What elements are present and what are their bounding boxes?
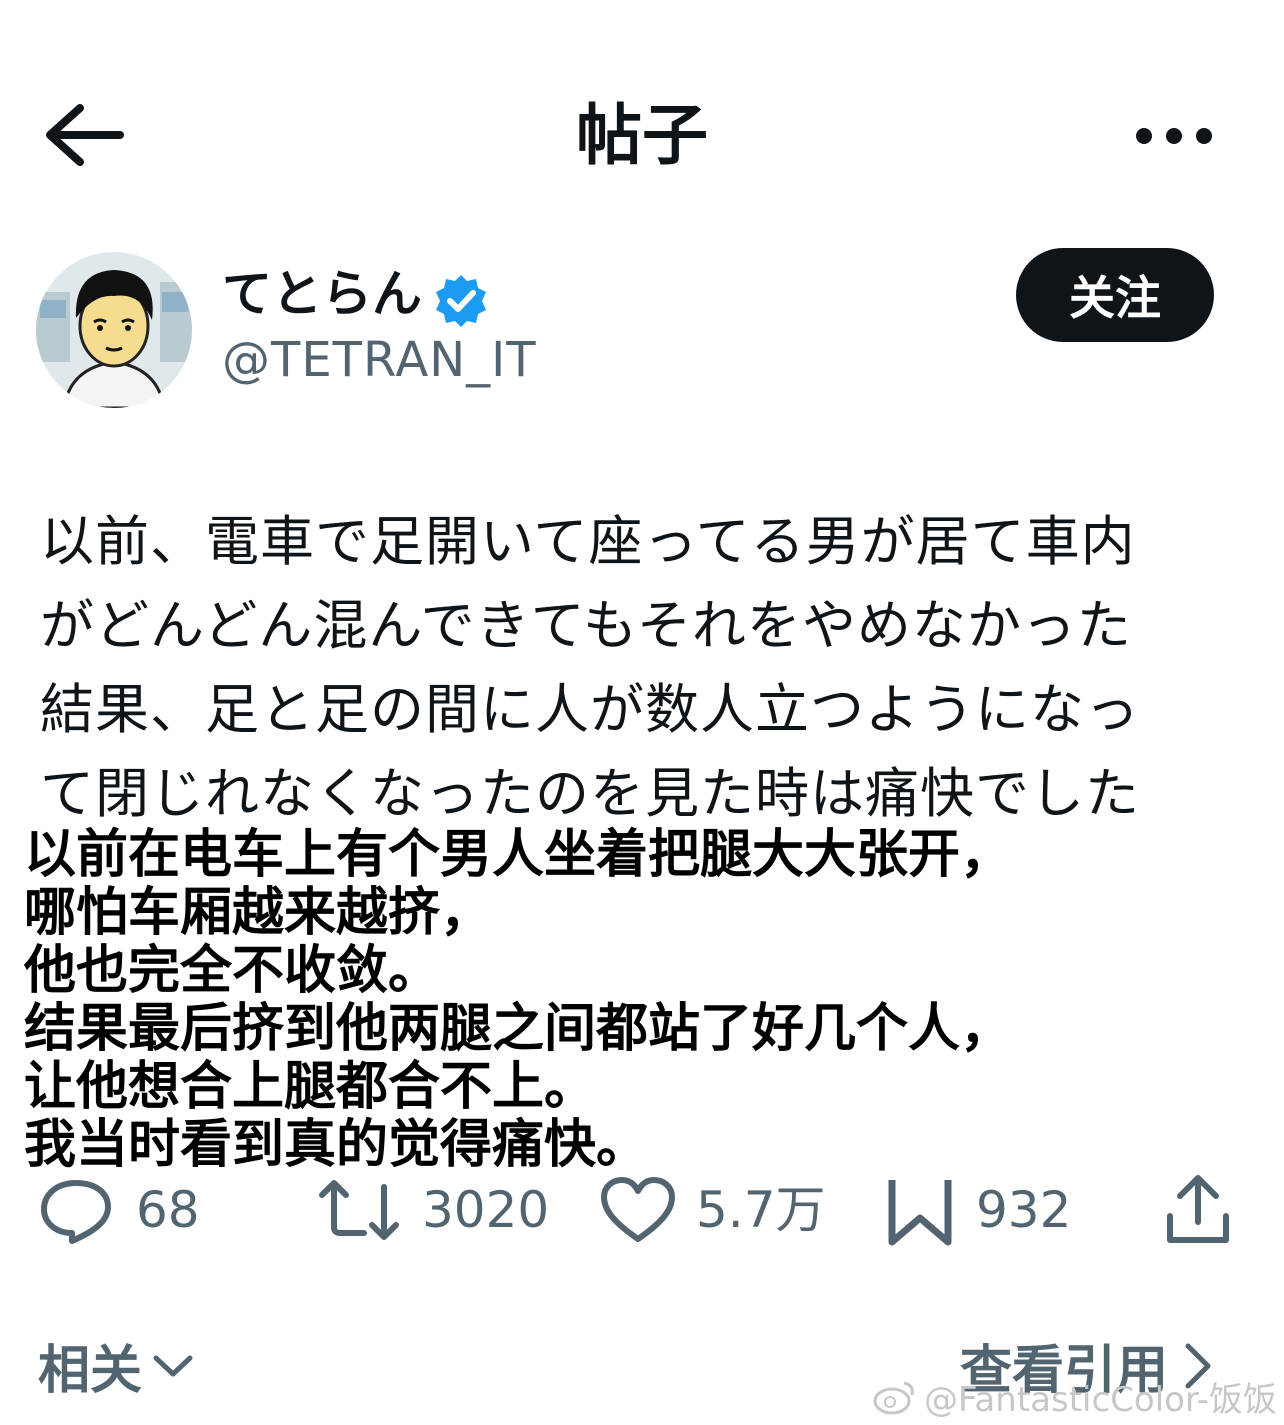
bookmark-count: 932 <box>976 1181 1072 1239</box>
weibo-logo-icon <box>873 1381 914 1414</box>
follow-button[interactable]: 关注 <box>1016 248 1214 342</box>
reply-button[interactable]: 68 <box>36 1170 200 1250</box>
post-text-line: 結果、足と足の間に人が数人立つようになっ <box>40 678 1140 741</box>
verified-badge-icon <box>432 272 490 330</box>
translation-overlay: 以前在电车上有个男人坐着把腿大大张开， 哪怕车厢越来越挤， 他也完全不收敛。 结… <box>24 826 1264 1174</box>
action-bar: 68 3020 5.7万 932 <box>0 1170 1284 1250</box>
chevron-down-icon <box>153 1355 193 1376</box>
author-handle: @TETRAN_IT <box>222 332 537 388</box>
translation-line: 以前在电车上有个男人坐着把腿大大张开， <box>24 824 1013 885</box>
repost-count: 3020 <box>422 1181 550 1239</box>
watermark: @FantasticColor-饭饭 <box>872 1372 1277 1421</box>
repost-button[interactable]: 3020 <box>316 1170 549 1250</box>
translation-line: 哪怕车厢越来越挤， <box>24 882 493 943</box>
more-horizontal-icon[interactable] <box>1124 116 1224 156</box>
translation-line: 让他想合上腿都合不上。 <box>24 1056 597 1117</box>
translation-line: 结果最后挤到他两腿之间都站了好几个人， <box>24 998 1013 1059</box>
related-label: 相关 <box>38 1341 143 1401</box>
post-text-line: がどんどん混んできてもそれをやめなかった <box>40 594 1132 657</box>
top-bar: 帖子 <box>0 0 1284 270</box>
heart-icon <box>601 1177 675 1242</box>
like-count: 5.7万 <box>696 1181 826 1239</box>
share-icon <box>1167 1175 1229 1243</box>
translation-line: 我当时看到真的觉得痛快。 <box>24 1114 649 1175</box>
share-button[interactable] <box>1160 1170 1236 1250</box>
post-text: 以前、電車で足開いて座ってる男が居て車内 がどんどん混んできてもそれをやめなかっ… <box>40 500 1260 836</box>
reply-count: 68 <box>136 1181 200 1239</box>
bookmark-button[interactable]: 932 <box>884 1170 1071 1250</box>
bookmark-icon <box>888 1180 952 1246</box>
like-button[interactable]: 5.7万 <box>600 1170 826 1250</box>
avatar[interactable] <box>36 252 192 408</box>
translation-line: 他也完全不收敛。 <box>24 940 441 1001</box>
post-text-line: 以前、電車で足開いて座ってる男が居て車内 <box>40 510 1136 573</box>
author-display-name[interactable]: てとらん <box>222 262 422 326</box>
repost-icon <box>319 1180 399 1240</box>
page-title: 帖子 <box>576 97 708 174</box>
related-toggle[interactable]: 相关 <box>38 1328 198 1403</box>
watermark-text: @FantasticColor-饭饭 <box>924 1380 1278 1420</box>
reply-icon <box>41 1180 111 1244</box>
